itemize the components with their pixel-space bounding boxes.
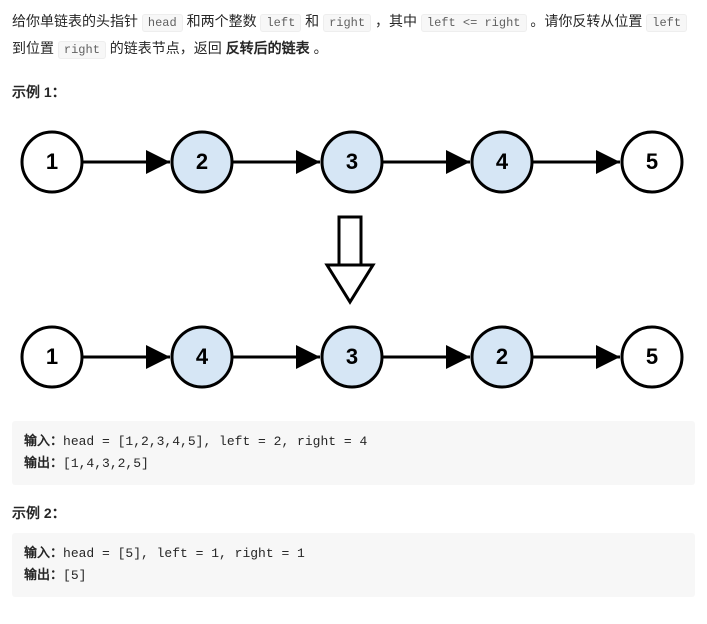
list-node-value: 3 bbox=[346, 344, 358, 369]
input-value: head = [5], left = 1, right = 1 bbox=[63, 546, 305, 561]
list-node-value: 4 bbox=[196, 344, 209, 369]
desc-text: 。请你反转从位置 bbox=[527, 13, 647, 29]
code-right-2: right bbox=[58, 41, 106, 59]
diagram-svg: 1 2 3 4 5 1 4 3 2 5 bbox=[12, 112, 692, 412]
example-2-block: 输入：head = [5], left = 1, right = 1 输出：[5… bbox=[12, 533, 695, 597]
desc-text: 和 bbox=[301, 13, 323, 29]
linked-list-diagram: 1 2 3 4 5 1 4 3 2 5 bbox=[12, 112, 695, 415]
desc-text: ，其中 bbox=[371, 13, 421, 29]
desc-text: 。 bbox=[310, 40, 328, 56]
example-1-block: 输入：head = [1,2,3,4,5], left = 2, right =… bbox=[12, 421, 695, 485]
desc-text: 和两个整数 bbox=[183, 13, 261, 29]
example-2-heading: 示例 2： bbox=[12, 503, 695, 523]
code-left-2: left bbox=[646, 14, 687, 32]
code-left: left bbox=[260, 14, 301, 32]
desc-text: 到位置 bbox=[12, 40, 58, 56]
desc-text: 给你单链表的头指针 bbox=[12, 13, 142, 29]
problem-description: 给你单链表的头指针 head 和两个整数 left 和 right ，其中 le… bbox=[12, 8, 695, 62]
output-value: [1,4,3,2,5] bbox=[63, 456, 149, 471]
list-node-value: 1 bbox=[46, 149, 58, 174]
output-label: 输出： bbox=[24, 456, 63, 471]
list-node-value: 3 bbox=[346, 149, 358, 174]
list-node-value: 2 bbox=[496, 344, 508, 369]
example-1-heading: 示例 1： bbox=[12, 82, 695, 102]
list-node-value: 2 bbox=[196, 149, 208, 174]
output-label: 输出： bbox=[24, 568, 63, 583]
desc-bold: 反转后的链表 bbox=[226, 40, 310, 56]
output-value: [5] bbox=[63, 568, 86, 583]
code-condition: left <= right bbox=[421, 14, 527, 32]
list-node-value: 5 bbox=[646, 149, 658, 174]
code-right: right bbox=[323, 14, 371, 32]
input-label: 输入： bbox=[24, 434, 63, 449]
input-value: head = [1,2,3,4,5], left = 2, right = 4 bbox=[63, 434, 367, 449]
input-label: 输入： bbox=[24, 546, 63, 561]
list-node-value: 5 bbox=[646, 344, 658, 369]
list-node-value: 1 bbox=[46, 344, 58, 369]
code-head: head bbox=[142, 14, 183, 32]
list-node-value: 4 bbox=[496, 149, 509, 174]
transform-arrow-icon bbox=[327, 217, 373, 302]
desc-text: 的链表节点，返回 bbox=[106, 40, 226, 56]
